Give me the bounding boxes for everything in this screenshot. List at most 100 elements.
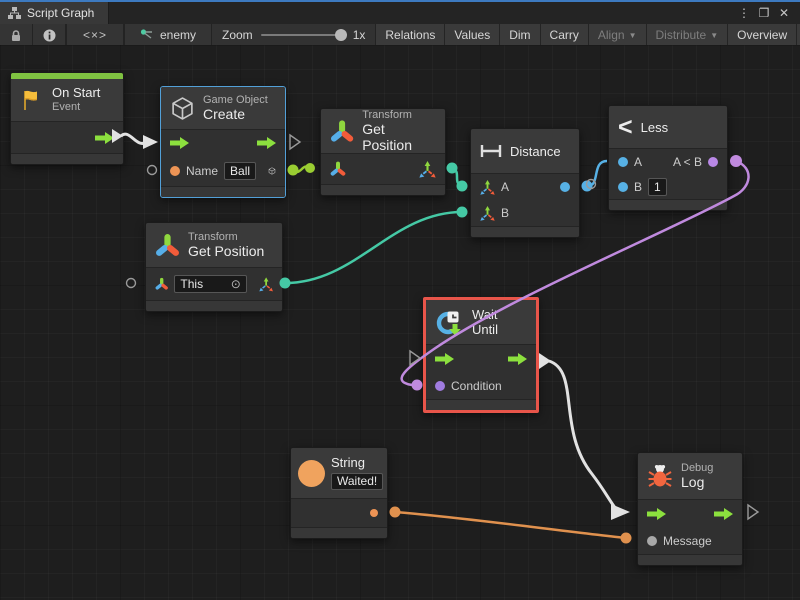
node-category: Transform <box>188 231 264 244</box>
node-footer <box>471 226 579 237</box>
name-value-input[interactable]: Ball <box>224 162 256 180</box>
script-graph-window: Script Graph ⋮ ❐ ✕ <×> enemy Zoom 1x <box>0 0 800 600</box>
code-view-button[interactable]: <×> <box>67 24 124 46</box>
distance-icon <box>480 144 502 158</box>
node-create[interactable]: Game ObjectCreate Name Ball <box>160 86 286 198</box>
condition-port-label: Condition <box>451 379 502 393</box>
flow-out-port[interactable] <box>257 137 276 149</box>
graph-name: enemy <box>160 28 196 42</box>
flow-in-port[interactable] <box>170 137 189 149</box>
node-footer <box>291 527 387 538</box>
node-title: Less <box>641 120 668 135</box>
node-category: Transform <box>362 109 436 122</box>
tab-strip-empty <box>109 2 728 24</box>
b-port-label: B <box>501 206 509 220</box>
condition-input-port[interactable] <box>435 381 445 391</box>
graph-tab-icon <box>8 7 21 19</box>
game-object-output-port[interactable] <box>268 163 276 179</box>
vector-b-input-port[interactable] <box>480 206 495 221</box>
window-menu-icon[interactable]: ⋮ <box>736 6 752 20</box>
node-footer <box>11 153 123 164</box>
wait-clock-icon <box>435 308 464 337</box>
node-footer <box>638 554 742 565</box>
flow-out-port[interactable] <box>95 132 114 144</box>
transform-input-port[interactable] <box>155 276 168 292</box>
position-output-port[interactable] <box>259 276 273 293</box>
object-picker-icon[interactable]: ⊙ <box>231 277 241 291</box>
game-object-cube-icon <box>170 96 195 121</box>
message-input-port[interactable] <box>647 536 657 546</box>
bug-icon <box>647 463 673 489</box>
node-less[interactable]: < Less A A < B B 1 <box>608 105 728 211</box>
flow-in-port[interactable] <box>647 508 666 520</box>
tab-script-graph[interactable]: Script Graph <box>0 2 109 24</box>
node-category: Game Object <box>203 94 268 107</box>
position-output-port[interactable] <box>419 161 436 178</box>
flow-out-port[interactable] <box>714 508 733 520</box>
distribute-dropdown[interactable]: Distribute▼ <box>647 24 729 46</box>
transform-input-port[interactable] <box>330 161 346 177</box>
a-port-label: A <box>634 155 642 169</box>
node-get-position-left[interactable]: TransformGet Position This⊙ <box>145 222 283 312</box>
node-footer <box>161 186 285 197</box>
a-input-port[interactable] <box>618 157 628 167</box>
node-title: Create <box>203 106 268 122</box>
info-icon <box>43 29 56 42</box>
relations-button[interactable]: Relations <box>376 24 445 46</box>
flow-in-port[interactable] <box>435 353 454 365</box>
dim-button[interactable]: Dim <box>500 24 540 46</box>
result-port-label: A < B <box>673 155 702 169</box>
graph-breadcrumb[interactable]: enemy <box>125 24 212 46</box>
node-title: Log <box>681 474 713 490</box>
zoom-slider[interactable] <box>261 34 345 36</box>
a-port-label: A <box>501 180 509 194</box>
node-wait-until[interactable]: Wait Until Condition <box>423 297 539 413</box>
name-input-port[interactable] <box>170 166 180 176</box>
node-footer <box>146 300 282 311</box>
chevron-down-icon: ▼ <box>629 31 637 40</box>
node-category: Debug <box>681 462 713 475</box>
node-footer <box>609 199 727 210</box>
message-port-label: Message <box>663 534 712 548</box>
chevron-down-icon: ▼ <box>710 31 718 40</box>
node-title: Distance <box>510 144 561 159</box>
result-output-port[interactable] <box>708 157 718 167</box>
node-footer <box>426 399 536 410</box>
distance-output-port[interactable] <box>560 182 570 192</box>
zoom-control: Zoom 1x <box>212 24 376 46</box>
vector-a-input-port[interactable] <box>480 180 495 195</box>
info-button[interactable] <box>33 24 66 46</box>
close-icon[interactable]: ✕ <box>776 6 792 20</box>
transform-icon <box>330 119 354 144</box>
node-title: Get Position <box>362 121 436 153</box>
node-title: On Start <box>52 86 100 101</box>
node-subtitle: Event <box>52 101 100 114</box>
maximize-icon[interactable]: ❐ <box>756 6 772 20</box>
node-title: String <box>331 456 383 471</box>
code-brackets-icon: <×> <box>83 28 107 42</box>
node-string[interactable]: String Waited! <box>290 447 388 539</box>
lock-icon <box>9 29 23 42</box>
node-debug-log[interactable]: DebugLog Message <box>637 452 743 566</box>
carry-button[interactable]: Carry <box>541 24 589 46</box>
align-dropdown[interactable]: Align▼ <box>589 24 647 46</box>
string-output-port[interactable] <box>370 509 378 517</box>
flow-out-port[interactable] <box>508 353 527 365</box>
target-object-input[interactable]: This⊙ <box>174 275 246 293</box>
transform-icon <box>155 233 180 258</box>
graph-toolbar: <×> enemy Zoom 1x Relations Values Dim C… <box>0 24 800 47</box>
string-value-input[interactable]: Waited! <box>331 473 383 491</box>
node-title: Wait Until <box>472 307 527 337</box>
title-bar: Script Graph ⋮ ❐ ✕ <box>0 0 800 24</box>
node-get-position-top[interactable]: TransformGet Position <box>320 108 446 196</box>
node-distance[interactable]: Distance A B <box>470 128 580 238</box>
node-on-start[interactable]: On StartEvent <box>10 72 124 165</box>
b-value-input[interactable]: 1 <box>648 178 667 196</box>
node-footer <box>321 184 445 195</box>
overview-button[interactable]: Overview <box>728 24 797 46</box>
lock-button[interactable] <box>0 24 33 46</box>
zoom-slider-handle[interactable] <box>335 29 347 41</box>
less-than-icon: < <box>618 115 633 140</box>
values-button[interactable]: Values <box>445 24 500 46</box>
b-input-port[interactable] <box>618 182 628 192</box>
